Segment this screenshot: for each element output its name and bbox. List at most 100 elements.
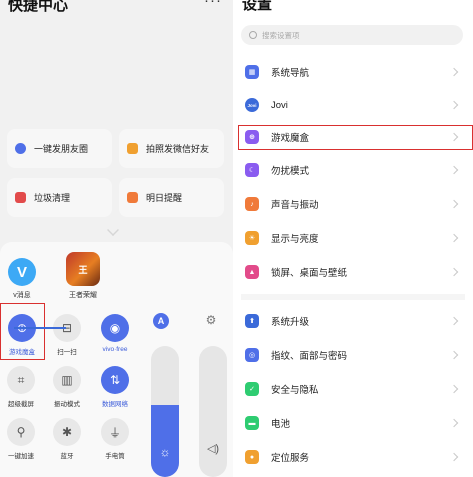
sound-icon: ♪ [245,197,259,211]
moments-icon [15,143,26,154]
settings-row[interactable]: ▬ 电池 [233,408,473,438]
settings-row[interactable]: ✓ 安全与隐私 [233,374,473,404]
wallpaper-icon: ▲ [245,265,259,279]
settings-row[interactable]: ▦ 系统导航 [233,57,473,87]
bluetooth-tile[interactable]: ✱ 蓝牙 [47,418,87,460]
highlight-connector [14,327,66,329]
reminder-card[interactable]: 明日提醒 [119,178,224,217]
group-divider [241,294,465,300]
honor-of-kings-app[interactable]: 王 王者荣耀 [61,252,105,300]
speaker-icon: ◁) [206,443,220,455]
tile-label: 蓝牙 [60,453,74,460]
jovi-icon: Jovi [245,98,259,112]
moments-shortcut-card[interactable]: 一键发朋友圈 [7,129,112,168]
brightness-icon: ☀ [245,231,259,245]
calendar-icon [127,192,138,203]
chevron-right-icon [449,67,459,77]
settings-row-label: Jovi [271,99,288,111]
chevron-right-icon [449,233,459,243]
mobile-data-tile[interactable]: ⇅ 数据网络 [95,366,135,408]
crop-icon: ⌗ [7,366,35,394]
chevron-right-icon [449,350,459,360]
location-icon: ● [245,450,259,464]
brightness-fill [151,404,179,477]
more-icon[interactable]: ··· [204,0,222,9]
upgrade-icon: ⬆ [245,314,259,328]
bluetooth-icon: ✱ [53,418,81,446]
card-label: 垃圾清理 [34,193,71,203]
quick-center-title: 快捷中心 [8,0,69,14]
v-message-app[interactable]: V v消息 [5,258,39,300]
settings-row-label: 定位服务 [271,453,310,464]
chevron-right-icon [449,100,459,110]
app-label: 王者荣耀 [69,292,97,299]
settings-title: 设置 [242,0,273,13]
photo-wechat-card[interactable]: 拍照发微信好友 [119,129,224,168]
tile-label: 振动模式 [54,401,80,408]
vibration-tile[interactable]: ▥ 振动模式 [47,366,87,408]
gear-icon[interactable]: ⚙ [204,313,218,327]
settings-row[interactable]: ▲ 锁屏、桌面与壁纸 [233,257,473,287]
settings-row-label: 电池 [271,419,291,430]
settings-row-label: 指纹、面部与密码 [271,351,348,362]
super-screenshot-tile[interactable]: ⌗ 超级截屏 [1,366,41,408]
game-box-row-highlight [238,125,473,150]
tile-label: 数据网络 [102,401,128,408]
tile-label: 超级截屏 [8,401,34,408]
volume-slider[interactable]: ◁) [199,346,227,477]
nav-icon: ▦ [245,65,259,79]
settings-row[interactable]: ☾ 勿扰模式 [233,155,473,185]
settings-row[interactable]: ⬆ 系统升级 [233,306,473,336]
chevron-right-icon [449,452,459,462]
card-label: 拍照发微信好友 [146,144,210,154]
settings-row-label: 系统导航 [271,68,310,79]
flashlight-tile[interactable]: ⏚ 手电筒 [95,418,135,460]
settings-row[interactable]: ♪ 声音与振动 [233,189,473,219]
chevron-right-icon [449,267,459,277]
trash-icon [15,192,26,203]
settings-row[interactable]: ☀ 显示与亮度 [233,223,473,253]
scan-tile[interactable]: ⊟ 扫一扫 [47,314,87,356]
card-label: 明日提醒 [146,193,183,203]
search-icon [249,31,257,39]
search-placeholder: 搜索设置项 [262,30,300,40]
shield-icon: ✓ [245,382,259,396]
wifi-icon: ◉ [101,314,129,342]
chevron-right-icon [449,316,459,326]
settings-row[interactable]: ◎ 指纹、面部与密码 [233,340,473,370]
rocket-icon: ⚲ [7,418,35,446]
chevron-down-icon[interactable] [107,224,119,236]
auto-brightness-icon[interactable]: A [153,313,169,329]
card-label: 一键发朋友圈 [34,144,89,154]
brightness-slider[interactable]: ☼ [151,346,179,477]
v-message-icon: V [8,258,36,286]
chevron-right-icon [449,199,459,209]
chevron-right-icon [449,418,459,428]
fingerprint-icon: ◎ [245,348,259,362]
data-arrows-icon: ⇅ [101,366,129,394]
junk-clean-card[interactable]: 垃圾清理 [7,178,112,217]
settings-row[interactable]: Jovi Jovi [233,90,473,120]
game-box-highlight [0,303,45,360]
boost-tile[interactable]: ⚲ 一键加速 [1,418,41,460]
battery-icon: ▬ [245,416,259,430]
tile-label: 扫一扫 [57,349,77,356]
game-app-icon: 王 [66,252,100,286]
search-input[interactable]: 搜索设置项 [241,25,463,45]
quick-center-panel: 快捷中心 ··· 一键发朋友圈 拍照发微信好友 垃圾清理 明日提醒 V v消息 … [0,0,233,477]
settings-row-label: 勿扰模式 [271,166,310,177]
settings-row[interactable]: ● 定位服务 [233,442,473,472]
app-label: v消息 [13,292,31,299]
settings-row-label: 系统升级 [271,317,310,328]
vivo-free-tile[interactable]: ◉ vivo·free [95,314,135,353]
vibrate-icon: ▥ [53,366,81,394]
chevron-right-icon [449,384,459,394]
settings-row-label: 安全与隐私 [271,385,319,396]
settings-row-label: 锁屏、桌面与壁纸 [271,268,348,279]
settings-panel: 设置 搜索设置项 ▦ 系统导航 Jovi Jovi ⊕ 游戏魔盒 ☾ 勿扰模式 ♪ 声音与振动 ☀ 显… [233,0,473,477]
flashlight-icon: ⏚ [101,418,129,446]
settings-row-label: 声音与振动 [271,200,319,211]
sun-icon: ☼ [159,445,171,459]
tile-label: vivo·free [102,346,128,353]
tile-label: 手电筒 [105,453,125,460]
